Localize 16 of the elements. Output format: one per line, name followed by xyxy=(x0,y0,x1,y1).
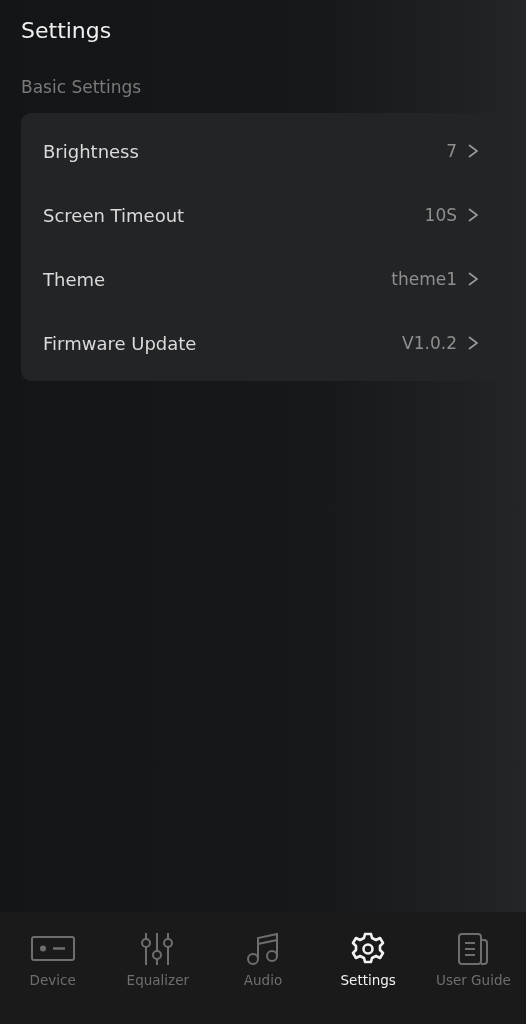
settings-row[interactable]: Theme theme1 xyxy=(21,247,505,311)
chevron-icon xyxy=(467,335,479,351)
settings-row[interactable]: Firmware Update V1.0.2 xyxy=(21,311,505,375)
document-icon xyxy=(458,932,489,966)
equalizer-icon xyxy=(140,932,175,966)
settings-row[interactable]: Screen Timeout 10S xyxy=(21,183,505,247)
nav-tab[interactable]: Audio xyxy=(210,932,316,1024)
nav-tab[interactable]: Settings xyxy=(315,932,421,1024)
chevron-icon xyxy=(467,207,479,223)
page-title: Settings xyxy=(21,17,113,45)
settings-row[interactable]: Brightness 7 xyxy=(21,119,505,183)
chevron-icon xyxy=(467,271,479,287)
music-note-icon xyxy=(246,932,280,966)
settings-icon xyxy=(351,932,386,966)
section-title: Basic Settings xyxy=(21,77,143,97)
chevron-icon xyxy=(467,143,479,159)
